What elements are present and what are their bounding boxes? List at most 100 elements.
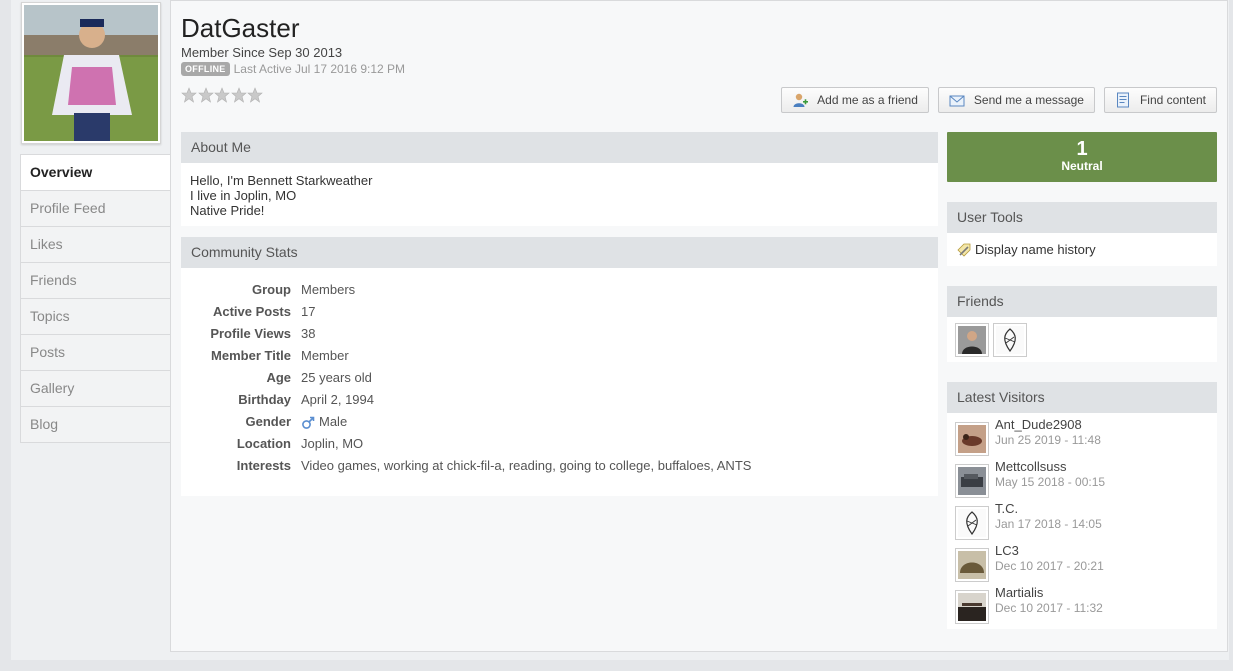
- visitor-name[interactable]: Mettcollsuss: [995, 460, 1105, 474]
- star-icon[interactable]: [230, 87, 247, 103]
- visitor-name[interactable]: T.C.: [995, 502, 1102, 516]
- latest-visitors-box: Latest Visitors Ant_Dude2908 Jun 25 2019…: [947, 382, 1217, 629]
- visitor-avatar[interactable]: [955, 590, 989, 624]
- gender-value: Male: [319, 414, 348, 429]
- avatar-photo: [24, 5, 158, 141]
- visitor-photo: [958, 593, 986, 621]
- add-user-icon: [793, 93, 809, 107]
- visitor-info: Ant_Dude2908 Jun 25 2019 - 11:48: [995, 418, 1101, 448]
- tab-overview[interactable]: Overview: [21, 155, 170, 191]
- tab-likes[interactable]: Likes: [21, 227, 170, 263]
- visitor-photo: [958, 551, 986, 579]
- left-column: Overview Profile Feed Likes Friends Topi…: [20, 0, 171, 443]
- stat-label: Group: [252, 282, 291, 297]
- visitor-time: May 15 2018 - 00:15: [995, 475, 1106, 489]
- visitor-name[interactable]: Martialis: [995, 586, 1103, 600]
- tab-topics[interactable]: Topics: [21, 299, 170, 335]
- pencil-tag-icon: [957, 243, 971, 257]
- user-tools-body: Display name history: [947, 233, 1217, 266]
- stat-row: Gender Male: [181, 414, 938, 436]
- user-tools-title: User Tools: [947, 202, 1217, 233]
- add-friend-button[interactable]: Add me as a friend: [781, 87, 929, 113]
- stat-value: Members: [301, 282, 356, 297]
- stat-row: Location Joplin, MO: [181, 436, 938, 458]
- rating-stars[interactable]: [181, 87, 264, 103]
- about-line: Hello, I'm Bennett Starkweather: [190, 173, 373, 188]
- visitor-avatar[interactable]: [955, 464, 989, 498]
- male-icon: [302, 416, 315, 429]
- send-message-button[interactable]: Send me a message: [937, 87, 1095, 113]
- stat-label: Active Posts: [212, 304, 291, 319]
- star-icon[interactable]: [247, 87, 263, 103]
- stat-value: 25 years old: [301, 370, 372, 385]
- friend-avatar[interactable]: [955, 323, 989, 357]
- visitor-item: Martialis Dec 10 2017 - 11:32: [955, 585, 1209, 627]
- visitor-photo: [958, 509, 986, 537]
- user-tools-box: User Tools Display name history: [947, 202, 1217, 266]
- stat-value: 38: [301, 326, 316, 341]
- profile-tabs: Overview Profile Feed Likes Friends Topi…: [20, 154, 171, 443]
- find-content-label: Find content: [1139, 93, 1206, 107]
- stat-row: Active Posts 17: [181, 304, 938, 326]
- friends-title: Friends: [947, 286, 1217, 317]
- status-badge: OFFLINE: [181, 62, 230, 76]
- star-icon[interactable]: [197, 87, 214, 103]
- stat-value: Member: [301, 348, 349, 363]
- stat-value: Video games, working at chick-fil-a, rea…: [301, 458, 752, 473]
- stat-value: Male: [301, 414, 347, 436]
- tab-posts[interactable]: Posts: [21, 335, 170, 371]
- add-friend-label: Add me as a friend: [817, 93, 918, 107]
- friends-box: Friends: [947, 286, 1217, 362]
- member-since: Member Since Sep 30 2013: [181, 45, 343, 60]
- tab-profile-feed[interactable]: Profile Feed: [21, 191, 170, 227]
- visitor-time: Jan 17 2018 - 14:05: [995, 517, 1102, 531]
- stat-label: Location: [236, 436, 291, 451]
- about-me-title: About Me: [181, 132, 938, 163]
- stat-label: Interests: [236, 458, 291, 473]
- visitor-avatar[interactable]: [955, 506, 989, 540]
- envelope-icon: [949, 95, 965, 107]
- stat-row: Group Members: [181, 282, 938, 304]
- profile-name: DatGaster: [181, 13, 300, 43]
- friend-photo: [996, 326, 1024, 354]
- last-active: Last Active Jul 17 2016 9:12 PM: [233, 62, 406, 76]
- reputation-box: 1 Neutral: [947, 132, 1217, 182]
- stat-row: Birthday April 2, 1994: [181, 392, 938, 414]
- about-line: I live in Joplin, MO: [190, 188, 297, 203]
- stat-label: Member Title: [211, 348, 291, 363]
- reputation-label: Neutral: [1061, 159, 1103, 173]
- stat-label: Age: [266, 370, 291, 385]
- stat-row: Interests Video games, working at chick-…: [181, 458, 938, 480]
- stat-row: Age 25 years old: [181, 370, 938, 392]
- community-stats-body: Group Members Active Posts 17 Profile Vi…: [181, 268, 938, 496]
- visitor-name[interactable]: LC3: [995, 544, 1104, 558]
- community-stats-title: Community Stats: [181, 237, 938, 268]
- document-icon: [1116, 92, 1129, 108]
- profile-avatar: [21, 2, 161, 144]
- stat-label: Birthday: [238, 392, 291, 407]
- friend-avatar[interactable]: [993, 323, 1027, 357]
- find-content-button[interactable]: Find content: [1103, 87, 1217, 113]
- tab-blog[interactable]: Blog: [21, 407, 170, 443]
- visitor-item: LC3 Dec 10 2017 - 20:21: [955, 543, 1209, 585]
- right-sidebar: 1 Neutral User Tools Display name histor…: [947, 132, 1217, 629]
- stat-label: Profile Views: [210, 326, 291, 341]
- profile-actions: Add me as a friend Send me a message Fin…: [781, 87, 1217, 113]
- about-me-box: About Me Hello, I'm Bennett Starkweather…: [181, 132, 938, 226]
- display-name-history-link[interactable]: Display name history: [947, 233, 1217, 266]
- stat-label: Gender: [245, 414, 291, 429]
- status-line: OFFLINE Last Active Jul 17 2016 9:12 PM: [181, 62, 405, 76]
- tab-gallery[interactable]: Gallery: [21, 371, 170, 407]
- visitors-list: Ant_Dude2908 Jun 25 2019 - 11:48 Mettcol…: [947, 413, 1217, 629]
- star-icon[interactable]: [214, 87, 230, 103]
- about-line: Native Pride!: [190, 203, 265, 218]
- star-icon[interactable]: [181, 87, 197, 103]
- visitor-name[interactable]: Ant_Dude2908: [995, 418, 1101, 432]
- visitor-info: T.C. Jan 17 2018 - 14:05: [995, 502, 1102, 532]
- visitor-avatar[interactable]: [955, 548, 989, 582]
- visitor-time: Dec 10 2017 - 20:21: [995, 559, 1104, 573]
- tab-friends[interactable]: Friends: [21, 263, 170, 299]
- visitor-photo: [958, 425, 986, 453]
- about-me-body: Hello, I'm Bennett Starkweather I live i…: [181, 163, 938, 226]
- visitor-avatar[interactable]: [955, 422, 989, 456]
